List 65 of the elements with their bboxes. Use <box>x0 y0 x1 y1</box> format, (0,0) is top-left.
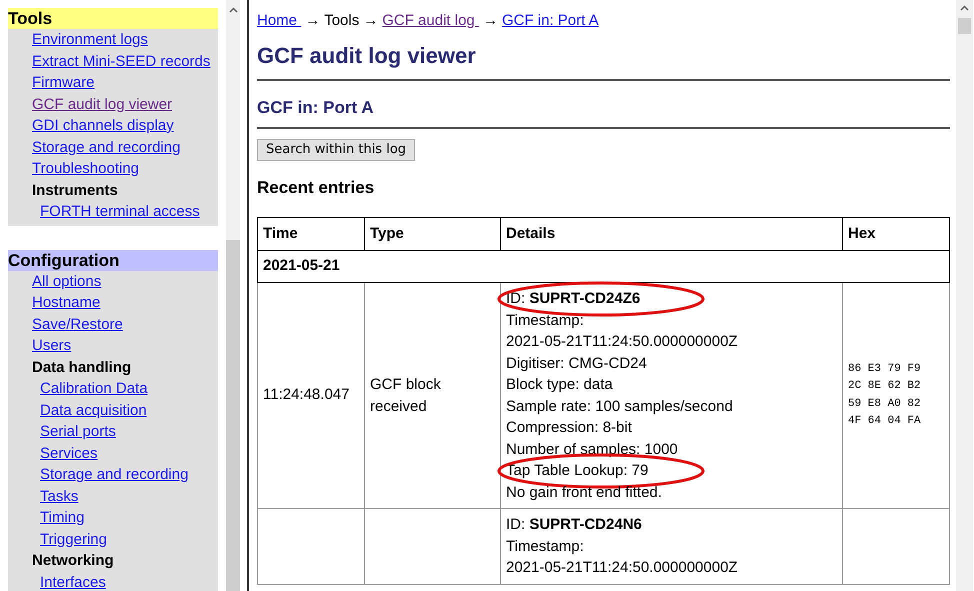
breadcrumb-text: Tools <box>324 11 360 31</box>
nav-link[interactable]: Hostname <box>32 294 100 311</box>
column-header: Details <box>500 218 842 250</box>
nav-link[interactable]: Storage and recording <box>40 466 188 483</box>
breadcrumb-link[interactable]: GCF audit log <box>382 10 479 31</box>
nav-link[interactable]: GCF audit log viewer <box>32 96 172 112</box>
detail-line: Block type: data <box>506 376 613 393</box>
nav-link[interactable]: Extract Mini-SEED records <box>32 52 210 70</box>
nav-link[interactable]: FORTH terminal access <box>40 203 200 220</box>
page-title: GCF audit log viewer <box>257 43 477 69</box>
nav-link[interactable]: Calibration Data <box>40 380 148 397</box>
nav-link[interactable]: Environment logs <box>32 31 148 48</box>
search-button[interactable]: Search within this log <box>257 139 416 161</box>
nav-link[interactable]: Triggering <box>40 530 107 548</box>
column-header: Hex <box>842 218 950 250</box>
detail-line: Timestamp: <box>506 312 584 328</box>
page-subtitle: GCF in: Port A <box>257 97 374 119</box>
detail-line: Compression: 8-bit <box>506 419 632 436</box>
nav-section-title: Configuration <box>8 250 218 270</box>
nav-link[interactable]: Users <box>32 337 72 354</box>
breadcrumb-link[interactable]: Home <box>257 10 302 31</box>
nav-link[interactable]: Storage and recording <box>32 138 180 156</box>
scroll-thumb[interactable] <box>226 240 240 591</box>
scroll-up-icon[interactable] <box>960 5 969 11</box>
column-header: Time <box>258 218 364 250</box>
type-cell: GCF block received <box>364 282 500 508</box>
nav-link[interactable]: Troubleshooting <box>32 160 140 177</box>
detail-line: Number of samples: 1000 <box>506 440 678 458</box>
nav-link[interactable]: Firmware <box>32 74 94 91</box>
nav-heading: Networking <box>31 551 115 571</box>
detail-line: ID: SUPRT-CD24Z6 <box>506 290 640 307</box>
scroll-thumb[interactable] <box>958 18 971 34</box>
section-heading: Recent entries <box>257 177 376 199</box>
hex-line: 4F 64 04 FA <box>848 414 922 429</box>
detail-line: 2021-05-21T11:24:50.000000000Z <box>506 559 738 576</box>
nav-heading: Data handling <box>31 358 132 378</box>
nav-link[interactable]: All options <box>32 272 102 290</box>
nav-section-title: Tools <box>8 8 218 29</box>
detail-line: Digitiser: CMG-CD24 <box>506 354 647 372</box>
hex-line: 2C 8E 62 B2 <box>848 379 922 394</box>
hex-line: 86 E3 79 F9 <box>848 362 922 376</box>
date-row: 2021-05-21 <box>258 250 950 282</box>
nav-link[interactable]: Services <box>40 444 98 462</box>
nav-link[interactable]: Timing <box>40 509 84 526</box>
detail-line: Sample rate: 100 samples/second <box>506 398 733 414</box>
breadcrumb-link[interactable]: GCF in: Port A <box>502 10 599 31</box>
nav-link[interactable]: Tasks <box>40 488 78 504</box>
nav-link[interactable]: Data acquisition <box>40 402 147 418</box>
scrollbar[interactable] <box>956 0 973 591</box>
detail-line: Timestamp: <box>506 538 584 554</box>
nav-link[interactable]: Interfaces <box>40 574 106 590</box>
detail-line: No gain front end fitted. <box>506 484 662 500</box>
nav-heading: Instruments <box>31 180 119 200</box>
breadcrumb-separator: → <box>363 11 378 31</box>
hex-line: 59 E8 A0 82 <box>848 396 922 412</box>
detail-line: ID: SUPRT-CD24N6 <box>506 516 642 533</box>
nav-link[interactable]: Serial ports <box>40 423 116 440</box>
nav-link[interactable]: Save/Restore <box>32 316 123 332</box>
time-cell: 11:24:48.047 <box>258 282 364 508</box>
nav-link[interactable]: GDI channels display <box>32 117 174 134</box>
detail-line: 2021-05-21T11:24:50.000000000Z <box>506 333 738 350</box>
breadcrumb-separator: → <box>482 11 498 31</box>
scroll-up-icon[interactable] <box>229 7 238 13</box>
breadcrumb-separator: → <box>305 11 320 31</box>
column-header: Type <box>364 218 500 250</box>
